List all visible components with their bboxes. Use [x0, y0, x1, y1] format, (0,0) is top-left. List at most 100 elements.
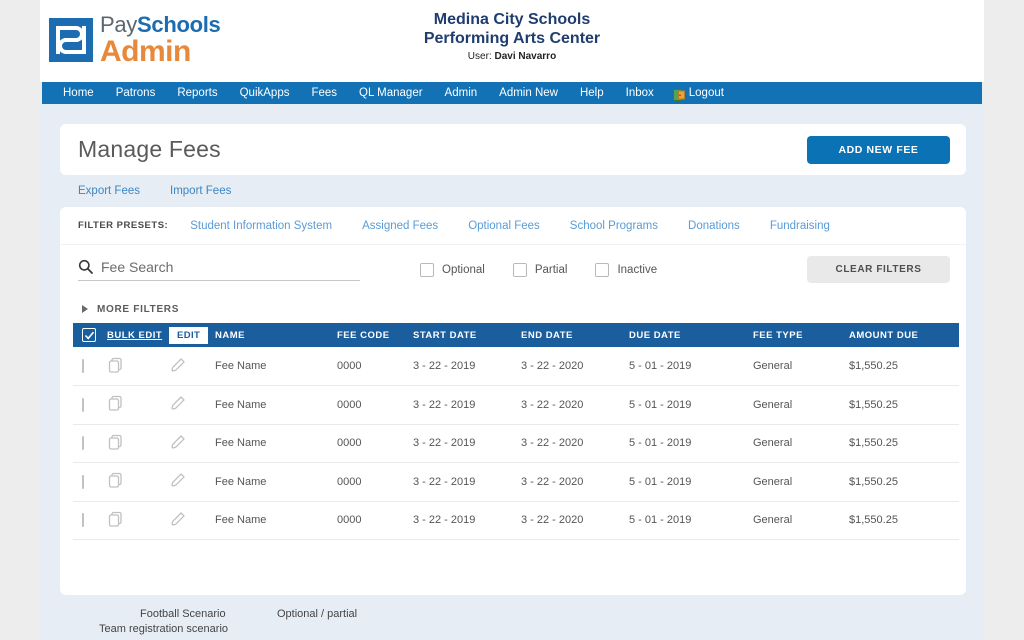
copy-icon[interactable]	[107, 433, 125, 451]
row-select-cell[interactable]	[73, 386, 107, 425]
cell-due-date: 5 - 01 - 2019	[629, 475, 692, 488]
table-footer-spacer	[73, 540, 953, 578]
nav-item-patrons[interactable]: Patrons	[105, 82, 167, 104]
copy-icon[interactable]	[107, 471, 125, 489]
row-select-cell[interactable]	[73, 501, 107, 540]
filter-checkbox-group: Optional Partial Inactive	[420, 263, 657, 277]
th-bulk-edit[interactable]: BULK EDIT	[107, 323, 169, 347]
preset-fundraising[interactable]: Fundraising	[770, 220, 830, 232]
bulk-edit-link[interactable]: BULK EDIT	[107, 330, 162, 341]
nav-item-help[interactable]: Help	[569, 82, 615, 104]
table-row[interactable]: Fee Name 0000 3 - 22 - 2019 3 - 22 - 202…	[73, 386, 959, 425]
row-edit-cell[interactable]	[169, 501, 215, 540]
cell-fee-type: General	[753, 475, 793, 488]
checkbox-optional-box[interactable]	[420, 263, 434, 277]
th-fee-type[interactable]: FEE TYPE	[753, 323, 849, 347]
table-row[interactable]: Fee Name 0000 3 - 22 - 2019 3 - 22 - 202…	[73, 424, 959, 463]
pencil-icon[interactable]	[169, 471, 187, 489]
th-fee-code[interactable]: FEE CODE	[337, 323, 413, 347]
table-row[interactable]: Fee Name 0000 3 - 22 - 2019 3 - 22 - 202…	[73, 501, 959, 540]
th-due-date[interactable]: DUE DATE	[629, 323, 753, 347]
table-row[interactable]: Fee Name 0000 3 - 22 - 2019 3 - 22 - 202…	[73, 463, 959, 502]
user-name: Davi Navarro	[494, 51, 557, 62]
copy-icon[interactable]	[107, 356, 125, 374]
row-checkbox[interactable]	[82, 397, 84, 412]
preset-school-programs[interactable]: School Programs	[570, 220, 658, 232]
district-header: Medina City Schools Performing Arts Cent…	[40, 10, 984, 62]
page-title-bar: Manage Fees ADD NEW FEE	[60, 124, 966, 175]
select-all-checkbox[interactable]	[82, 328, 96, 342]
more-filters-toggle[interactable]: MORE FILTERS	[60, 295, 966, 323]
page-title: Manage Fees	[78, 136, 221, 162]
nav-item-fees[interactable]: Fees	[300, 82, 348, 104]
checkbox-inactive-box[interactable]	[595, 263, 610, 277]
fee-search-field[interactable]	[78, 259, 360, 281]
nav-item-ql-manager[interactable]: QL Manager	[348, 82, 434, 104]
row-copy-cell[interactable]	[107, 347, 169, 386]
th-edit[interactable]: EDIT	[169, 323, 215, 347]
row-copy-cell[interactable]	[107, 386, 169, 425]
user-label: User:	[467, 51, 492, 62]
row-checkbox[interactable]	[82, 436, 84, 451]
row-checkbox[interactable]	[82, 359, 84, 373]
filter-presets-label: FILTER PRESETS:	[78, 220, 169, 231]
checkbox-optional-label: Optional	[442, 264, 485, 276]
nav-item-quikapps[interactable]: QuikApps	[229, 82, 301, 104]
main-navigation: Home Patrons Reports QuikApps Fees QL Ma…	[42, 82, 982, 104]
preset-optional-fees[interactable]: Optional Fees	[468, 220, 540, 232]
row-edit-cell[interactable]	[169, 424, 215, 463]
copy-icon[interactable]	[107, 394, 125, 412]
checkbox-optional[interactable]: Optional	[420, 263, 485, 277]
row-copy-cell[interactable]	[107, 501, 169, 540]
current-user: User: Davi Navarro	[40, 51, 984, 62]
checkbox-partial-box[interactable]	[512, 263, 527, 277]
nav-item-admin-new[interactable]: Admin New	[488, 82, 569, 104]
copy-icon[interactable]	[107, 510, 125, 528]
th-start-date[interactable]: START DATE	[413, 323, 521, 347]
cell-fee-code: 0000	[337, 398, 362, 411]
row-checkbox[interactable]	[82, 474, 84, 489]
pencil-icon[interactable]	[169, 510, 187, 528]
pencil-icon[interactable]	[169, 433, 187, 451]
cell-start-date: 3 - 22 - 2019	[413, 475, 476, 488]
fees-table-wrapper: BULK EDIT EDIT NAME FEE CODE START DATE …	[60, 323, 966, 578]
nav-item-reports[interactable]: Reports	[166, 82, 228, 104]
row-edit-cell[interactable]	[169, 463, 215, 502]
preset-donations[interactable]: Donations	[688, 220, 740, 232]
row-copy-cell[interactable]	[107, 424, 169, 463]
table-row[interactable]: Fee Name 0000 3 - 22 - 2019 3 - 22 - 202…	[73, 347, 959, 386]
row-select-cell[interactable]	[73, 463, 107, 502]
pencil-icon[interactable]	[169, 356, 187, 374]
pencil-icon[interactable]	[169, 394, 187, 412]
cell-fee-type: General	[753, 360, 793, 372]
row-checkbox[interactable]	[82, 513, 84, 528]
nav-item-home[interactable]: Home	[52, 82, 105, 104]
row-select-cell[interactable]	[73, 347, 107, 386]
add-new-fee-button[interactable]: ADD NEW FEE	[807, 135, 950, 164]
row-edit-cell[interactable]	[169, 386, 215, 425]
cell-start-date: 3 - 22 - 2019	[413, 398, 476, 411]
page-title-card: Manage Fees ADD NEW FEE	[60, 124, 966, 175]
preset-student-information-system[interactable]: Student Information System	[190, 220, 332, 232]
edit-button[interactable]: EDIT	[169, 326, 209, 344]
checkbox-inactive[interactable]: Inactive	[595, 263, 657, 277]
row-edit-cell[interactable]	[169, 347, 215, 386]
export-fees-link[interactable]: Export Fees	[78, 185, 140, 197]
th-amount-due[interactable]: AMOUNT DUE	[849, 323, 959, 347]
nav-item-logout[interactable]: Logout	[665, 82, 735, 104]
preset-assigned-fees[interactable]: Assigned Fees	[362, 220, 438, 232]
cell-name: Fee Name	[215, 360, 267, 372]
th-select-all[interactable]	[73, 323, 107, 347]
nav-item-admin[interactable]: Admin	[434, 82, 489, 104]
cell-due-date: 5 - 01 - 2019	[629, 398, 692, 411]
th-name[interactable]: NAME	[215, 323, 337, 347]
checkbox-partial-label: Partial	[534, 264, 568, 276]
row-select-cell[interactable]	[73, 424, 107, 463]
th-end-date[interactable]: END DATE	[521, 323, 629, 347]
import-fees-link[interactable]: Import Fees	[170, 185, 231, 197]
clear-filters-button[interactable]: CLEAR FILTERS	[807, 256, 950, 283]
search-input[interactable]	[101, 259, 341, 275]
row-copy-cell[interactable]	[107, 463, 169, 502]
checkbox-partial[interactable]: Partial	[512, 263, 568, 277]
nav-item-inbox[interactable]: Inbox	[615, 82, 665, 104]
